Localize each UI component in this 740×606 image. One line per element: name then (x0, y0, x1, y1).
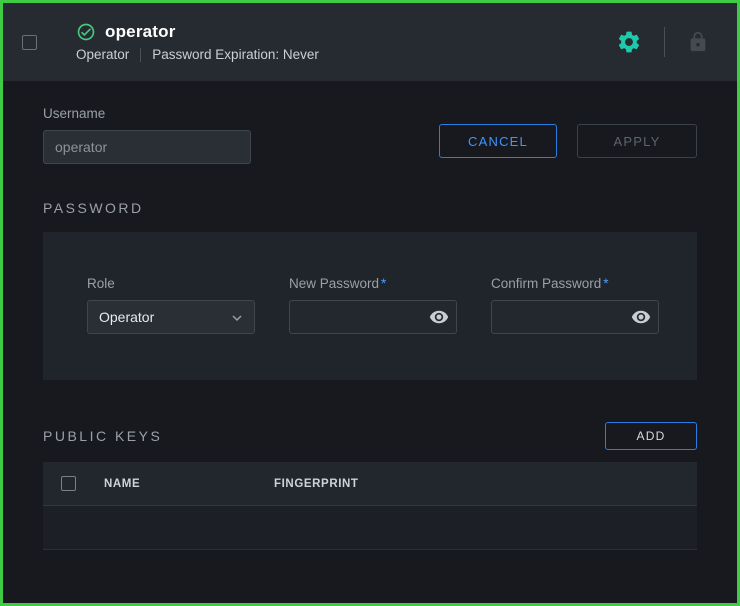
select-user-checkbox[interactable] (22, 35, 37, 50)
table-empty-row (43, 506, 697, 550)
page-title: operator (105, 22, 176, 42)
role-select[interactable]: Operator (87, 300, 255, 334)
add-public-key-button[interactable]: ADD (605, 422, 697, 450)
user-role-text: Operator (76, 47, 129, 62)
lock-icon (687, 31, 709, 53)
table-header-row: NAME FINGERPRINT (43, 462, 697, 506)
username-label: Username (43, 106, 251, 121)
column-header-name: NAME (104, 478, 274, 490)
toggle-confirm-password-visibility[interactable] (631, 307, 651, 327)
eye-icon (429, 307, 449, 327)
role-field-group: Role Operator (87, 276, 255, 334)
required-marker: * (381, 276, 386, 291)
confirm-password-label: Confirm Password* (491, 276, 659, 291)
form-actions: CANCEL APPLY (439, 124, 697, 158)
username-field-group: Username (43, 106, 251, 164)
user-detail-window: operator Operator Password Expiration: N… (0, 0, 740, 606)
subtitle-divider (140, 48, 141, 62)
role-label: Role (87, 276, 255, 291)
column-header-fingerprint: FINGERPRINT (274, 478, 359, 490)
header-bar: operator Operator Password Expiration: N… (3, 3, 737, 81)
eye-icon (631, 307, 651, 327)
settings-button[interactable] (614, 27, 644, 57)
password-section-title: PASSWORD (43, 200, 697, 216)
role-selected-value: Operator (99, 309, 154, 325)
password-panel: Role Operator New Password* (43, 232, 697, 380)
cancel-button[interactable]: CANCEL (439, 124, 557, 158)
required-marker: * (603, 276, 608, 291)
chevron-down-icon (229, 310, 245, 329)
lock-button[interactable] (685, 29, 711, 55)
select-all-checkbox[interactable] (61, 476, 76, 491)
public-keys-section-title: PUBLIC KEYS (43, 428, 162, 444)
public-keys-header: PUBLIC KEYS ADD (43, 422, 697, 450)
user-title-block: operator Operator Password Expiration: N… (76, 22, 319, 62)
header-actions (614, 27, 711, 57)
password-expiration-text: Password Expiration: Never (152, 47, 319, 62)
gear-icon (616, 29, 642, 55)
public-keys-table: NAME FINGERPRINT (43, 462, 697, 550)
new-password-field-group: New Password* (289, 276, 457, 334)
main-content: Username CANCEL APPLY PASSWORD Role Oper… (3, 81, 737, 603)
toggle-new-password-visibility[interactable] (429, 307, 449, 327)
confirm-password-field-group: Confirm Password* (491, 276, 659, 334)
username-input[interactable] (43, 130, 251, 164)
apply-button[interactable]: APPLY (577, 124, 697, 158)
check-circle-icon (76, 22, 96, 42)
header-divider (664, 27, 665, 57)
new-password-label: New Password* (289, 276, 457, 291)
